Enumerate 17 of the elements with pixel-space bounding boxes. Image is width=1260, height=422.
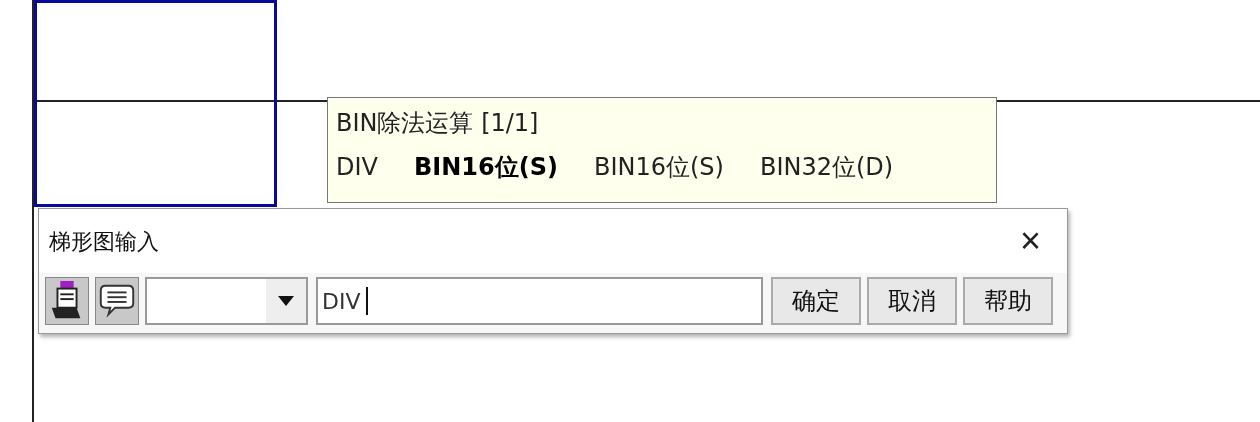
input-value: DIV xyxy=(322,287,361,316)
dropdown-arrow-icon xyxy=(278,296,294,306)
ladder-document-icon[interactable] xyxy=(45,277,89,325)
tooltip-title: BIN除法运算 [1/1] xyxy=(336,108,540,138)
dialog-button[interactable]: 取消 xyxy=(867,277,957,325)
instruction-option[interactable]: DIV xyxy=(336,152,378,182)
comment-icon[interactable] xyxy=(95,277,139,325)
dialog-button[interactable]: 帮助 xyxy=(963,277,1053,325)
instruction-dropdown[interactable] xyxy=(145,277,308,325)
dialog-button[interactable]: 确定 xyxy=(771,277,861,325)
close-button[interactable]: × xyxy=(1019,223,1041,259)
instruction-option[interactable]: BIN16位(S) xyxy=(414,152,558,182)
text-caret xyxy=(366,287,369,315)
window-title: 梯形图输入 xyxy=(49,227,159,256)
instruction-input[interactable]: DIV xyxy=(316,277,763,325)
instruction-option[interactable]: BIN16位(S) xyxy=(593,152,724,182)
instruction-option[interactable]: BIN32位(D) xyxy=(759,152,894,182)
